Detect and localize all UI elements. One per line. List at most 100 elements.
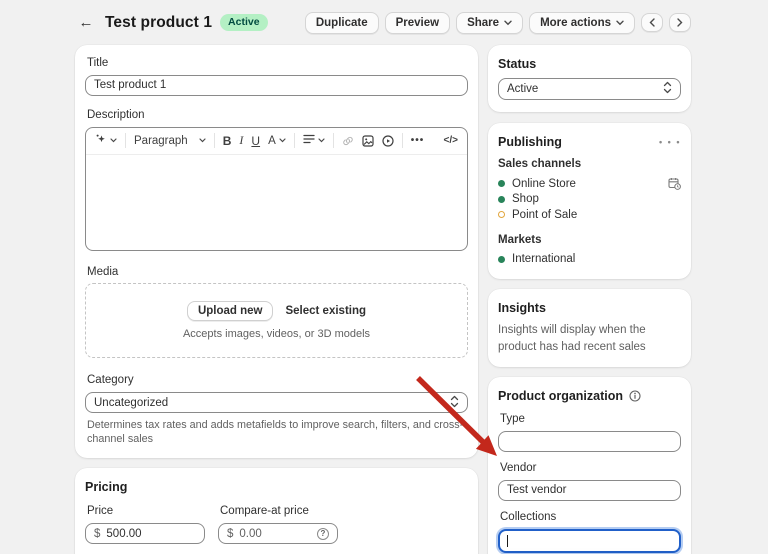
more-actions-button[interactable]: More actions (529, 11, 635, 34)
chevron-left-icon (649, 18, 655, 27)
chevron-down-icon (199, 138, 206, 143)
schedule-calendar-icon[interactable] (668, 177, 681, 191)
insert-image-button[interactable] (362, 134, 374, 147)
help-question-icon[interactable]: ? (317, 527, 329, 540)
page-header: ← Test product 1 Active Duplicate Previe… (75, 0, 691, 45)
sparkle-icon (95, 133, 107, 148)
channel-row-online-store: Online Store (498, 176, 681, 192)
channel-name: Online Store (512, 177, 576, 190)
insights-heading: Insights (498, 301, 546, 315)
paragraph-label: Paragraph (134, 134, 188, 147)
more-formatting-button[interactable]: ••• (411, 135, 425, 146)
header-actions: Duplicate Preview Share More actions (304, 11, 691, 34)
toolbar-divider (213, 133, 215, 149)
bold-button[interactable]: B (223, 134, 232, 148)
product-details-card: Title Test product 1 Description Paragra… (75, 45, 478, 459)
status-card: Status Active (488, 45, 691, 112)
align-left-icon (303, 134, 315, 147)
compare-at-price-value: 0.00 (239, 527, 262, 540)
magic-ai-button[interactable] (95, 133, 117, 148)
back-arrow-icon[interactable]: ← (75, 12, 97, 34)
publishing-card: Publishing • • • Sales channels Online S… (488, 123, 691, 279)
chevron-down-icon (616, 20, 624, 26)
product-organization-heading: Product organization (498, 389, 623, 404)
toolbar-divider (125, 133, 126, 149)
channel-name: Shop (512, 193, 539, 206)
underline-button[interactable]: U (251, 134, 260, 148)
prev-product-button[interactable] (641, 13, 663, 32)
media-label: Media (87, 265, 119, 278)
link-icon (343, 136, 353, 145)
show-html-button[interactable]: </> (444, 135, 458, 146)
share-label: Share (467, 16, 500, 29)
toolbar-divider (332, 133, 334, 149)
chevron-down-icon (504, 20, 512, 26)
channel-row-shop: Shop (498, 192, 681, 208)
duplicate-button[interactable]: Duplicate (304, 11, 379, 34)
category-label: Category (87, 374, 134, 387)
description-editor: Paragraph B I U A ••• </> (85, 126, 468, 251)
media-hint: Accepts images, videos, or 3D models (182, 328, 371, 341)
insights-body-text: Insights will display when the product h… (498, 324, 646, 353)
type-input[interactable] (498, 431, 681, 453)
category-select[interactable]: Uncategorized (85, 392, 468, 414)
paragraph-style-dropdown[interactable]: Paragraph (134, 135, 206, 147)
next-product-button[interactable] (669, 13, 691, 32)
toolbar-divider (293, 133, 295, 149)
status-badge: Active (220, 13, 268, 32)
currency-prefix: $ (94, 527, 101, 540)
preview-button[interactable]: Preview (384, 11, 451, 34)
description-label: Description (87, 108, 145, 121)
collections-input-focused[interactable] (498, 528, 681, 553)
media-dropzone[interactable]: Upload new Select existing Accepts image… (85, 283, 468, 359)
product-detail-page: ← Test product 1 Active Duplicate Previe… (0, 0, 768, 554)
type-label: Type (500, 413, 525, 426)
vendor-input[interactable]: Test vendor (498, 479, 681, 501)
editor-toolbar: Paragraph B I U A ••• </> (86, 128, 467, 155)
publishing-heading: Publishing (498, 135, 562, 149)
description-textarea[interactable] (86, 155, 467, 250)
pricing-heading: Pricing (85, 480, 128, 495)
pricing-card: Pricing Price $ 500.00 Compare-at price (75, 468, 478, 554)
select-existing-button[interactable]: Select existing (285, 305, 366, 317)
insert-video-button[interactable] (382, 134, 394, 147)
price-value: 500.00 (106, 527, 142, 540)
info-icon[interactable] (629, 390, 641, 402)
status-select[interactable]: Active (498, 78, 681, 100)
link-button[interactable] (342, 135, 354, 147)
product-organization-card: Product organization Type Vendor Test ve… (488, 377, 691, 554)
category-value: Uncategorized (94, 396, 169, 409)
active-dot-icon (498, 195, 505, 203)
text-color-button[interactable]: A (268, 135, 286, 147)
channel-row-point-of-sale: Point of Sale (498, 207, 681, 223)
collections-label: Collections (500, 510, 557, 523)
text-color-label: A (268, 134, 276, 147)
active-dot-icon (498, 180, 505, 188)
duplicate-label: Duplicate (315, 16, 368, 29)
chevron-down-icon (110, 138, 117, 143)
chevron-down-icon (318, 138, 325, 143)
upload-new-button[interactable]: Upload new (186, 301, 274, 322)
status-heading: Status (498, 57, 537, 71)
more-actions-label: More actions (540, 16, 611, 29)
chevron-right-icon (677, 18, 683, 27)
compare-at-price-label: Compare-at price (220, 505, 309, 518)
markets-subheading: Markets (498, 233, 542, 246)
title-input[interactable]: Test product 1 (85, 74, 468, 96)
price-input[interactable]: $ 500.00 (85, 523, 205, 545)
alignment-button[interactable] (303, 134, 325, 147)
updown-chevron-icon (450, 395, 459, 411)
market-row-international: International (498, 252, 681, 268)
insights-card: Insights Insights will display when the … (488, 289, 691, 368)
title-label: Title (87, 57, 109, 69)
share-button[interactable]: Share (456, 11, 524, 34)
compare-at-price-input[interactable]: $ 0.00 ? (218, 523, 338, 545)
vendor-label: Vendor (500, 462, 537, 475)
preview-label: Preview (395, 16, 440, 29)
more-horizontal-icon[interactable]: • • • (659, 137, 681, 147)
play-circle-icon (382, 134, 394, 147)
italic-button[interactable]: I (239, 133, 243, 148)
chevron-down-icon (279, 138, 286, 143)
status-value: Active (507, 83, 539, 95)
category-helper-text: Determines tax rates and adds metafields… (87, 419, 464, 446)
